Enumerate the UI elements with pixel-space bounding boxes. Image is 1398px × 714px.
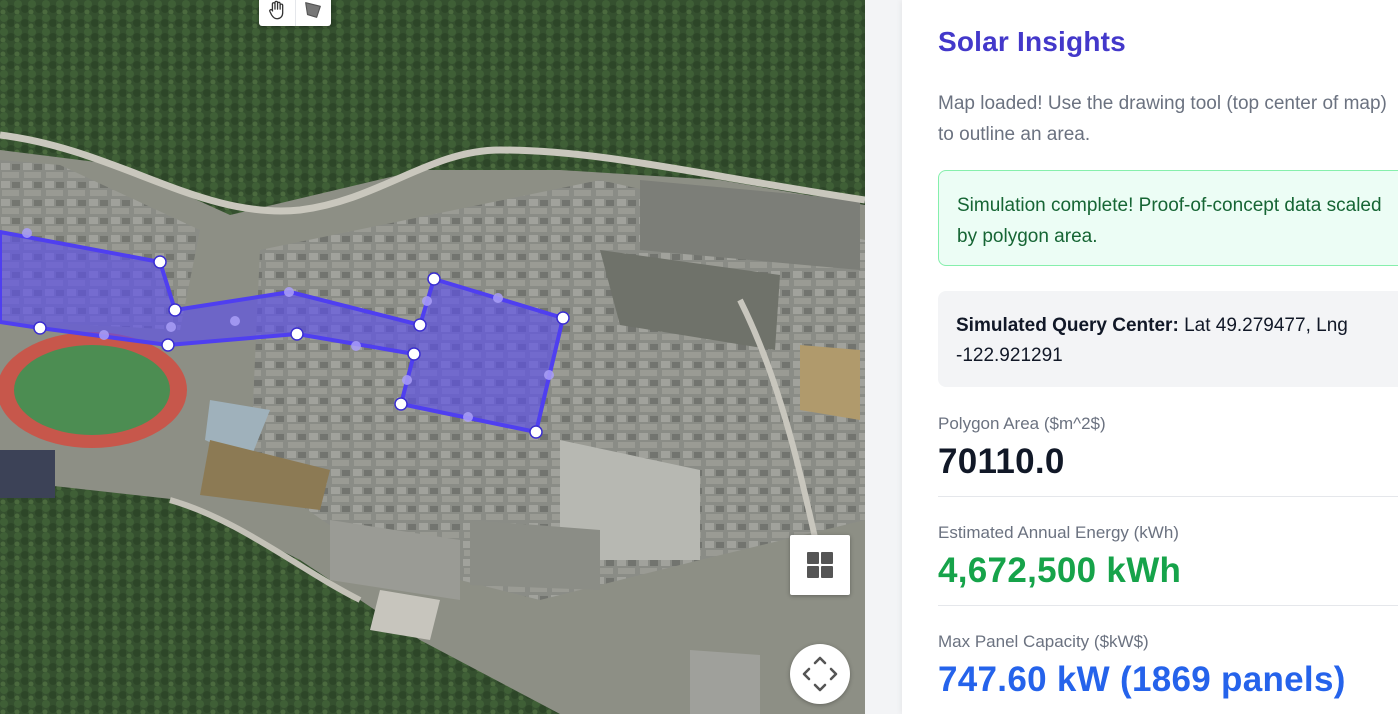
insights-panel: Solar Insights Map loaded! Use the drawi… [902,0,1398,714]
metric-label: Estimated Annual Energy (kWh) [938,523,1179,542]
metric-label: Polygon Area ($m^2$) [938,414,1106,433]
query-center-box: Simulated Query Center: Lat 49.279477, L… [938,291,1398,387]
success-alert: Simulation complete! Proof-of-concept da… [938,170,1398,266]
hand-icon [268,0,284,20]
camera-control-button[interactable] [790,644,850,704]
drawing-toolbar [259,0,331,26]
query-center-label: Simulated Query Center: [956,315,1179,336]
divider [938,496,1398,497]
layout-gap [865,0,902,714]
metric-value: 70110.0 [938,442,1065,481]
satellite-imagery [0,0,865,714]
metric-label: Max Panel Capacity ($kW$) [938,632,1149,651]
metric-panel-capacity: Max Panel Capacity ($kW$) 747.60 kW (186… [938,632,1398,700]
metric-annual-energy: Estimated Annual Energy (kWh) 4,672,500 … [938,523,1398,591]
draw-polygon-button[interactable] [294,0,332,26]
metric-value: 4,672,500 kWh [938,551,1182,590]
map-canvas[interactable] [0,0,865,714]
divider [938,605,1398,606]
success-message: Simulation complete! Proof-of-concept da… [957,195,1382,247]
metric-polygon-area: Polygon Area ($m^2$) 70110.0 [938,414,1398,482]
metric-value: 747.60 kW (1869 panels) [938,660,1346,699]
map-type-button[interactable] [790,535,850,595]
arrows-move-icon [802,656,838,692]
polygon-icon [305,2,322,18]
grid-icon [807,552,833,578]
pan-tool-button[interactable] [259,0,295,26]
panel-title: Solar Insights [938,26,1126,57]
status-message: Map loaded! Use the drawing tool (top ce… [938,93,1387,145]
